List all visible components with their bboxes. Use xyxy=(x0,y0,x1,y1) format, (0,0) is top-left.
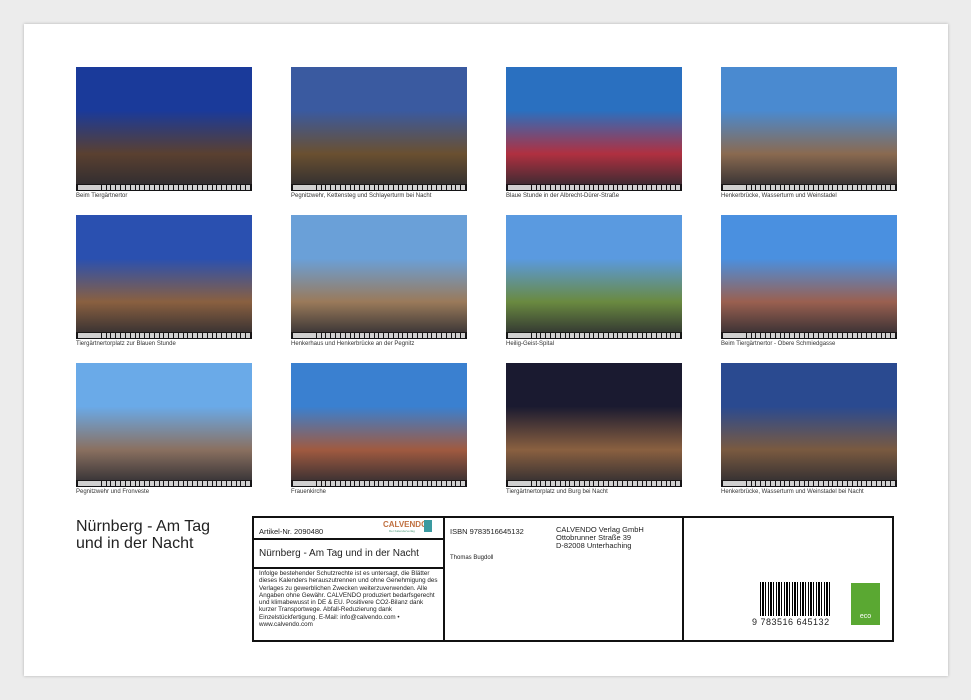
title-line-1: Nürnberg - Am Tag xyxy=(76,518,210,535)
photo-caption: Beim Tiergärtnertor xyxy=(76,193,252,199)
calendar-date-strip xyxy=(721,332,897,339)
calendar-date-strip xyxy=(506,184,682,191)
calendar-month-tile: Henkerbrücke, Wasserturm und Weinstadel … xyxy=(721,363,897,495)
author: Thomas Bugdoll xyxy=(450,555,493,561)
calendar-month-tile: Blaue Stunde in der Albrecht-Dürer-Straß… xyxy=(506,67,682,199)
article-number: Artikel-Nr. 2090480 xyxy=(259,527,323,536)
calendar-date-strip xyxy=(76,480,252,487)
calendar-date-strip xyxy=(291,184,467,191)
calendar-month-tile: Beim Tiergärtnertor xyxy=(76,67,252,199)
photo-caption: Pegnitzwehr, Kettensteg und Schlayerturm… xyxy=(291,193,467,199)
calendar-month-tile: Frauenkirche xyxy=(291,363,467,495)
calendar-month-tile: Beim Tiergärtnertor - Obere Schmiedgasse xyxy=(721,215,897,347)
photo-caption: Henkerbrücke, Wasserturm und Weinstadel … xyxy=(721,489,897,495)
isbn: ISBN 9783516645132 xyxy=(450,527,524,536)
photo-caption: Tiergärtnertorplatz und Burg bei Nacht xyxy=(506,489,682,495)
calendar-date-strip xyxy=(506,332,682,339)
calendar-month-tile: Tiergärtnertorplatz und Burg bei Nacht xyxy=(506,363,682,495)
month-photo xyxy=(76,215,252,339)
photo-caption: Blaue Stunde in der Albrecht-Dürer-Straß… xyxy=(506,193,682,199)
month-photo xyxy=(721,67,897,191)
month-photo xyxy=(291,363,467,487)
calendar-date-strip xyxy=(721,480,897,487)
barcode-number: 9 783516 645132 xyxy=(752,617,830,627)
photo-caption: Tiergärtnertorplatz zur Blauen Stunde xyxy=(76,341,252,347)
calendar-month-tile: Henkerhaus und Henkerbrücke an der Pegni… xyxy=(291,215,467,347)
photo-caption: Pegnitzwehr und Fronveste xyxy=(76,489,252,495)
month-photo xyxy=(76,67,252,191)
title-line-2: und in der Nacht xyxy=(76,535,210,552)
divider xyxy=(252,567,444,569)
calendar-month-tile: Pegnitzwehr und Fronveste xyxy=(76,363,252,495)
divider xyxy=(682,516,684,642)
calvendo-logo: CALVENDO xyxy=(383,520,427,529)
calendar-date-strip xyxy=(721,184,897,191)
calendar-date-strip xyxy=(506,480,682,487)
calendar-month-tile: Henkerbrücke, Wasserturm und Weinstadel xyxy=(721,67,897,199)
month-photo xyxy=(721,215,897,339)
photo-caption: Beim Tiergärtnertor - Obere Schmiedgasse xyxy=(721,341,897,347)
calendar-month-tile: Pegnitzwehr, Kettensteg und Schlayerturm… xyxy=(291,67,467,199)
calendar-date-strip xyxy=(291,480,467,487)
calendar-month-tile: Tiergärtnertorplatz zur Blauen Stunde xyxy=(76,215,252,347)
barcode xyxy=(760,582,832,616)
photo-caption: Heilig-Geist-Spital xyxy=(506,341,682,347)
month-photo xyxy=(76,363,252,487)
calendar-date-strip xyxy=(76,332,252,339)
month-photo xyxy=(291,215,467,339)
photo-caption: Henkerbrücke, Wasserturm und Weinstadel xyxy=(721,193,897,199)
publisher-address: CALVENDO Verlag GmbHOttobrunner Straße 3… xyxy=(556,526,644,550)
month-photo xyxy=(291,67,467,191)
photo-caption: Henkerhaus und Henkerbrücke an der Pegni… xyxy=(291,341,467,347)
month-photo xyxy=(721,363,897,487)
divider xyxy=(443,516,445,642)
eco-logo: eco xyxy=(851,583,880,625)
calendar-month-tile: Heilig-Geist-Spital xyxy=(506,215,682,347)
calvendo-logo-sub: Der Kalenderverlag xyxy=(389,529,415,533)
month-photo xyxy=(506,215,682,339)
month-photo xyxy=(506,363,682,487)
divider xyxy=(252,538,444,540)
book-title: Nürnberg - Am Tag und in der Nacht xyxy=(259,548,419,559)
legal-notice: Infolge bestehender Schutzrechte ist es … xyxy=(259,570,441,628)
photo-caption: Frauenkirche xyxy=(291,489,467,495)
calvendo-logo-icon xyxy=(424,520,432,532)
eco-label: eco xyxy=(860,613,871,620)
month-photo xyxy=(506,67,682,191)
calendar-date-strip xyxy=(76,184,252,191)
publisher-city: D-82008 Unterhaching xyxy=(556,542,644,550)
calendar-title: Nürnberg - Am Tagund in der Nacht xyxy=(76,518,210,552)
calendar-date-strip xyxy=(291,332,467,339)
